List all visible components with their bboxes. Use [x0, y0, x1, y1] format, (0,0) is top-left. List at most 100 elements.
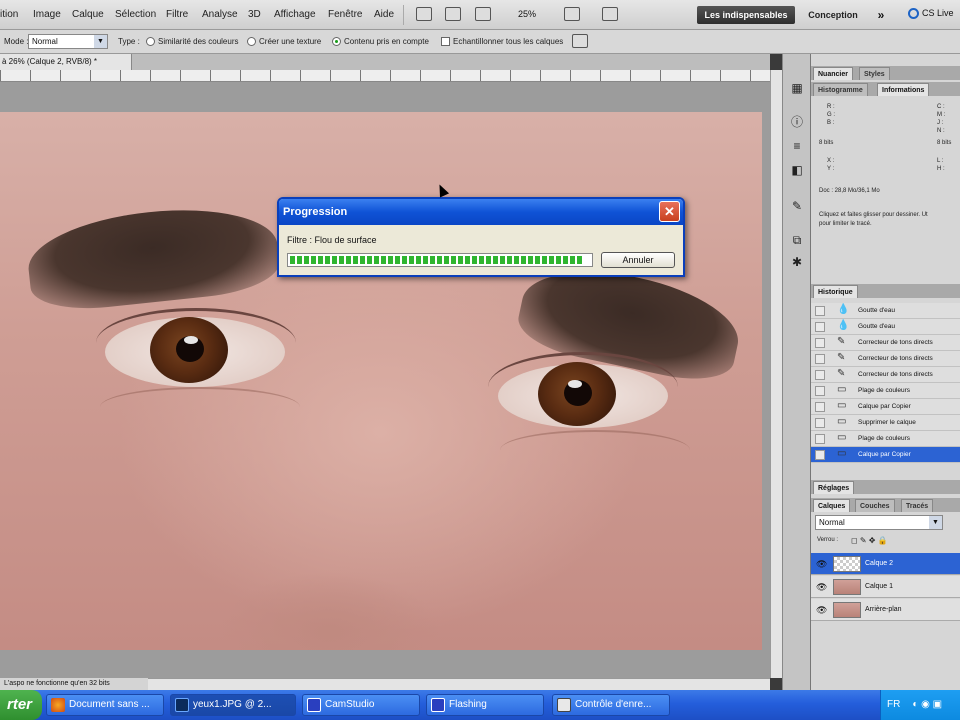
lock-icons[interactable]: ◻ ✎ ✥ 🔒 — [851, 536, 888, 545]
tray-icons[interactable]: ◐ ◉ ▣ — [912, 699, 942, 710]
task-photoshop[interactable]: yeux1.JPG @ 2... — [170, 694, 296, 716]
windows-taskbar: rter Document sans ... yeux1.JPG @ 2... … — [0, 690, 960, 720]
menu-filter[interactable]: Filtre — [166, 9, 188, 20]
mode-select[interactable]: Normal ▼ — [28, 34, 108, 49]
adjust-panel-icon[interactable]: ≡ — [789, 138, 805, 154]
tab-adjustments[interactable]: Réglages — [813, 481, 855, 494]
history-item[interactable]: ✎ Correcteur de tons directs — [811, 367, 960, 383]
layer-row[interactable]: 👁 Arrière-plan — [811, 599, 960, 621]
task-camstudio[interactable]: CamStudio — [302, 694, 420, 716]
history-item[interactable]: 💧 Goutte d'eau — [811, 303, 960, 319]
history-item[interactable]: 💧 Goutte d'eau — [811, 319, 960, 335]
radio-color-similarity[interactable] — [146, 37, 155, 46]
history-checkbox[interactable] — [815, 402, 825, 412]
tab-swatches[interactable]: Nuancier — [813, 67, 853, 80]
vertical-scrollbar[interactable] — [770, 70, 782, 678]
color-panel-icon[interactable]: ▦ — [789, 80, 805, 96]
tab-histogram[interactable]: Histogramme — [813, 83, 868, 96]
task-recording-control[interactable]: Contrôle d'enre... — [552, 694, 670, 716]
layer-row[interactable]: 👁 Calque 1 — [811, 576, 960, 598]
info-g: G : — [827, 112, 836, 118]
history-item[interactable]: ▭ Plage de couleurs — [811, 431, 960, 447]
layer-name[interactable]: Arrière-plan — [865, 606, 902, 613]
history-checkbox[interactable] — [815, 450, 825, 460]
blur-tool-icon: 💧 — [837, 304, 850, 315]
clone-source-icon[interactable]: ⧉ — [789, 232, 805, 248]
workspace-design-button[interactable]: Conception — [800, 6, 866, 24]
minibridge-icon[interactable] — [445, 7, 461, 21]
close-icon[interactable]: ✕ — [659, 201, 680, 222]
history-checkbox[interactable] — [815, 306, 825, 316]
view-extras-icon[interactable] — [475, 7, 491, 21]
cs-live-label: CS Live — [922, 8, 954, 18]
launch-bridge-icon[interactable] — [416, 7, 432, 21]
cs-live-button[interactable]: CS Live — [908, 8, 954, 20]
chevron-down-icon: ▼ — [929, 516, 942, 529]
layer-row-active[interactable]: 👁 Calque 2 — [811, 553, 960, 575]
menu-image[interactable]: Image — [33, 9, 61, 20]
radio-create-texture[interactable] — [247, 37, 256, 46]
arrange-documents-icon[interactable] — [564, 7, 580, 21]
history-checkbox[interactable] — [815, 386, 825, 396]
document-tab-title: à 26% (Calque 2, RVB/8) * — [2, 57, 98, 66]
workspace-essentials-button[interactable]: Les indispensables — [697, 6, 795, 24]
menu-3d[interactable]: 3D — [248, 9, 261, 20]
history-item[interactable]: ▭ Calque par Copier — [811, 399, 960, 415]
radio-content-aware[interactable] — [332, 37, 341, 46]
document-tab[interactable]: à 26% (Calque 2, RVB/8) * — [0, 54, 132, 70]
menu-edition[interactable]: ition — [0, 9, 18, 20]
tab-layers[interactable]: Calques — [813, 499, 851, 512]
menu-help[interactable]: Aide — [374, 9, 394, 20]
tab-channels[interactable]: Couches — [855, 499, 895, 512]
workspace-more-button[interactable]: » — [872, 6, 890, 24]
history-item[interactable]: ✎ Correcteur de tons directs — [811, 335, 960, 351]
tab-styles[interactable]: Styles — [859, 67, 890, 80]
mode-value: Normal — [32, 37, 58, 46]
tab-history[interactable]: Historique — [813, 285, 858, 298]
blend-mode-select[interactable]: Normal ▼ — [815, 515, 943, 530]
info-doc-size: Doc : 28,8 Mo/36,1 Mo — [819, 188, 880, 194]
history-checkbox[interactable] — [815, 418, 825, 428]
zoom-level[interactable]: 25% — [518, 9, 536, 19]
brush-panel-icon[interactable]: ✎ — [789, 198, 805, 214]
task-firefox[interactable]: Document sans ... — [46, 694, 164, 716]
history-item[interactable]: ▭ Supprimer le calque — [811, 415, 960, 431]
horizontal-ruler — [0, 70, 770, 82]
cancel-button[interactable]: Annuler — [601, 252, 675, 268]
sample-all-layers-checkbox[interactable] — [441, 37, 450, 46]
layer-name[interactable]: Calque 2 — [865, 560, 893, 567]
history-item[interactable]: ✎ Correcteur de tons directs — [811, 351, 960, 367]
horizontal-scrollbar[interactable] — [148, 678, 770, 690]
mode-label: Mode : — [4, 37, 29, 46]
photo-canvas[interactable] — [0, 112, 762, 650]
pressure-brush-icon[interactable] — [572, 34, 588, 48]
history-item[interactable]: ▭ Plage de couleurs — [811, 383, 960, 399]
layer-name[interactable]: Calque 1 — [865, 583, 893, 590]
tab-paths[interactable]: Tracés — [901, 499, 934, 512]
tab-information[interactable]: Informations — [877, 83, 930, 96]
history-item-active[interactable]: ▭ Calque par Copier — [811, 447, 960, 463]
history-checkbox[interactable] — [815, 434, 825, 444]
menu-view[interactable]: Affichage — [274, 9, 316, 20]
menu-layer[interactable]: Calque — [72, 9, 104, 20]
menu-window[interactable]: Fenêtre — [328, 9, 362, 20]
eye-icon[interactable]: 👁 — [816, 559, 827, 570]
history-checkbox[interactable] — [815, 370, 825, 380]
menu-selection[interactable]: Sélection — [115, 9, 156, 20]
language-indicator[interactable]: FR — [887, 699, 900, 710]
dialog-title-bar[interactable]: Progression ✕ — [279, 199, 683, 225]
history-checkbox[interactable] — [815, 338, 825, 348]
mask-panel-icon[interactable]: ◧ — [789, 162, 805, 178]
eye-icon[interactable]: 👁 — [816, 582, 827, 593]
history-label: Plage de couleurs — [858, 435, 911, 442]
history-checkbox[interactable] — [815, 354, 825, 364]
info-panel-icon[interactable]: ⓘ — [789, 114, 805, 130]
menu-analysis[interactable]: Analyse — [202, 9, 238, 20]
eye-icon[interactable]: 👁 — [816, 605, 827, 616]
screen-mode-icon[interactable] — [602, 7, 618, 21]
start-button[interactable]: rter — [0, 690, 42, 720]
history-checkbox[interactable] — [815, 322, 825, 332]
task-flashing[interactable]: Flashing — [426, 694, 544, 716]
info-bits-left: 8 bits — [819, 140, 834, 146]
tool-presets-icon[interactable]: ✱ — [789, 254, 805, 270]
